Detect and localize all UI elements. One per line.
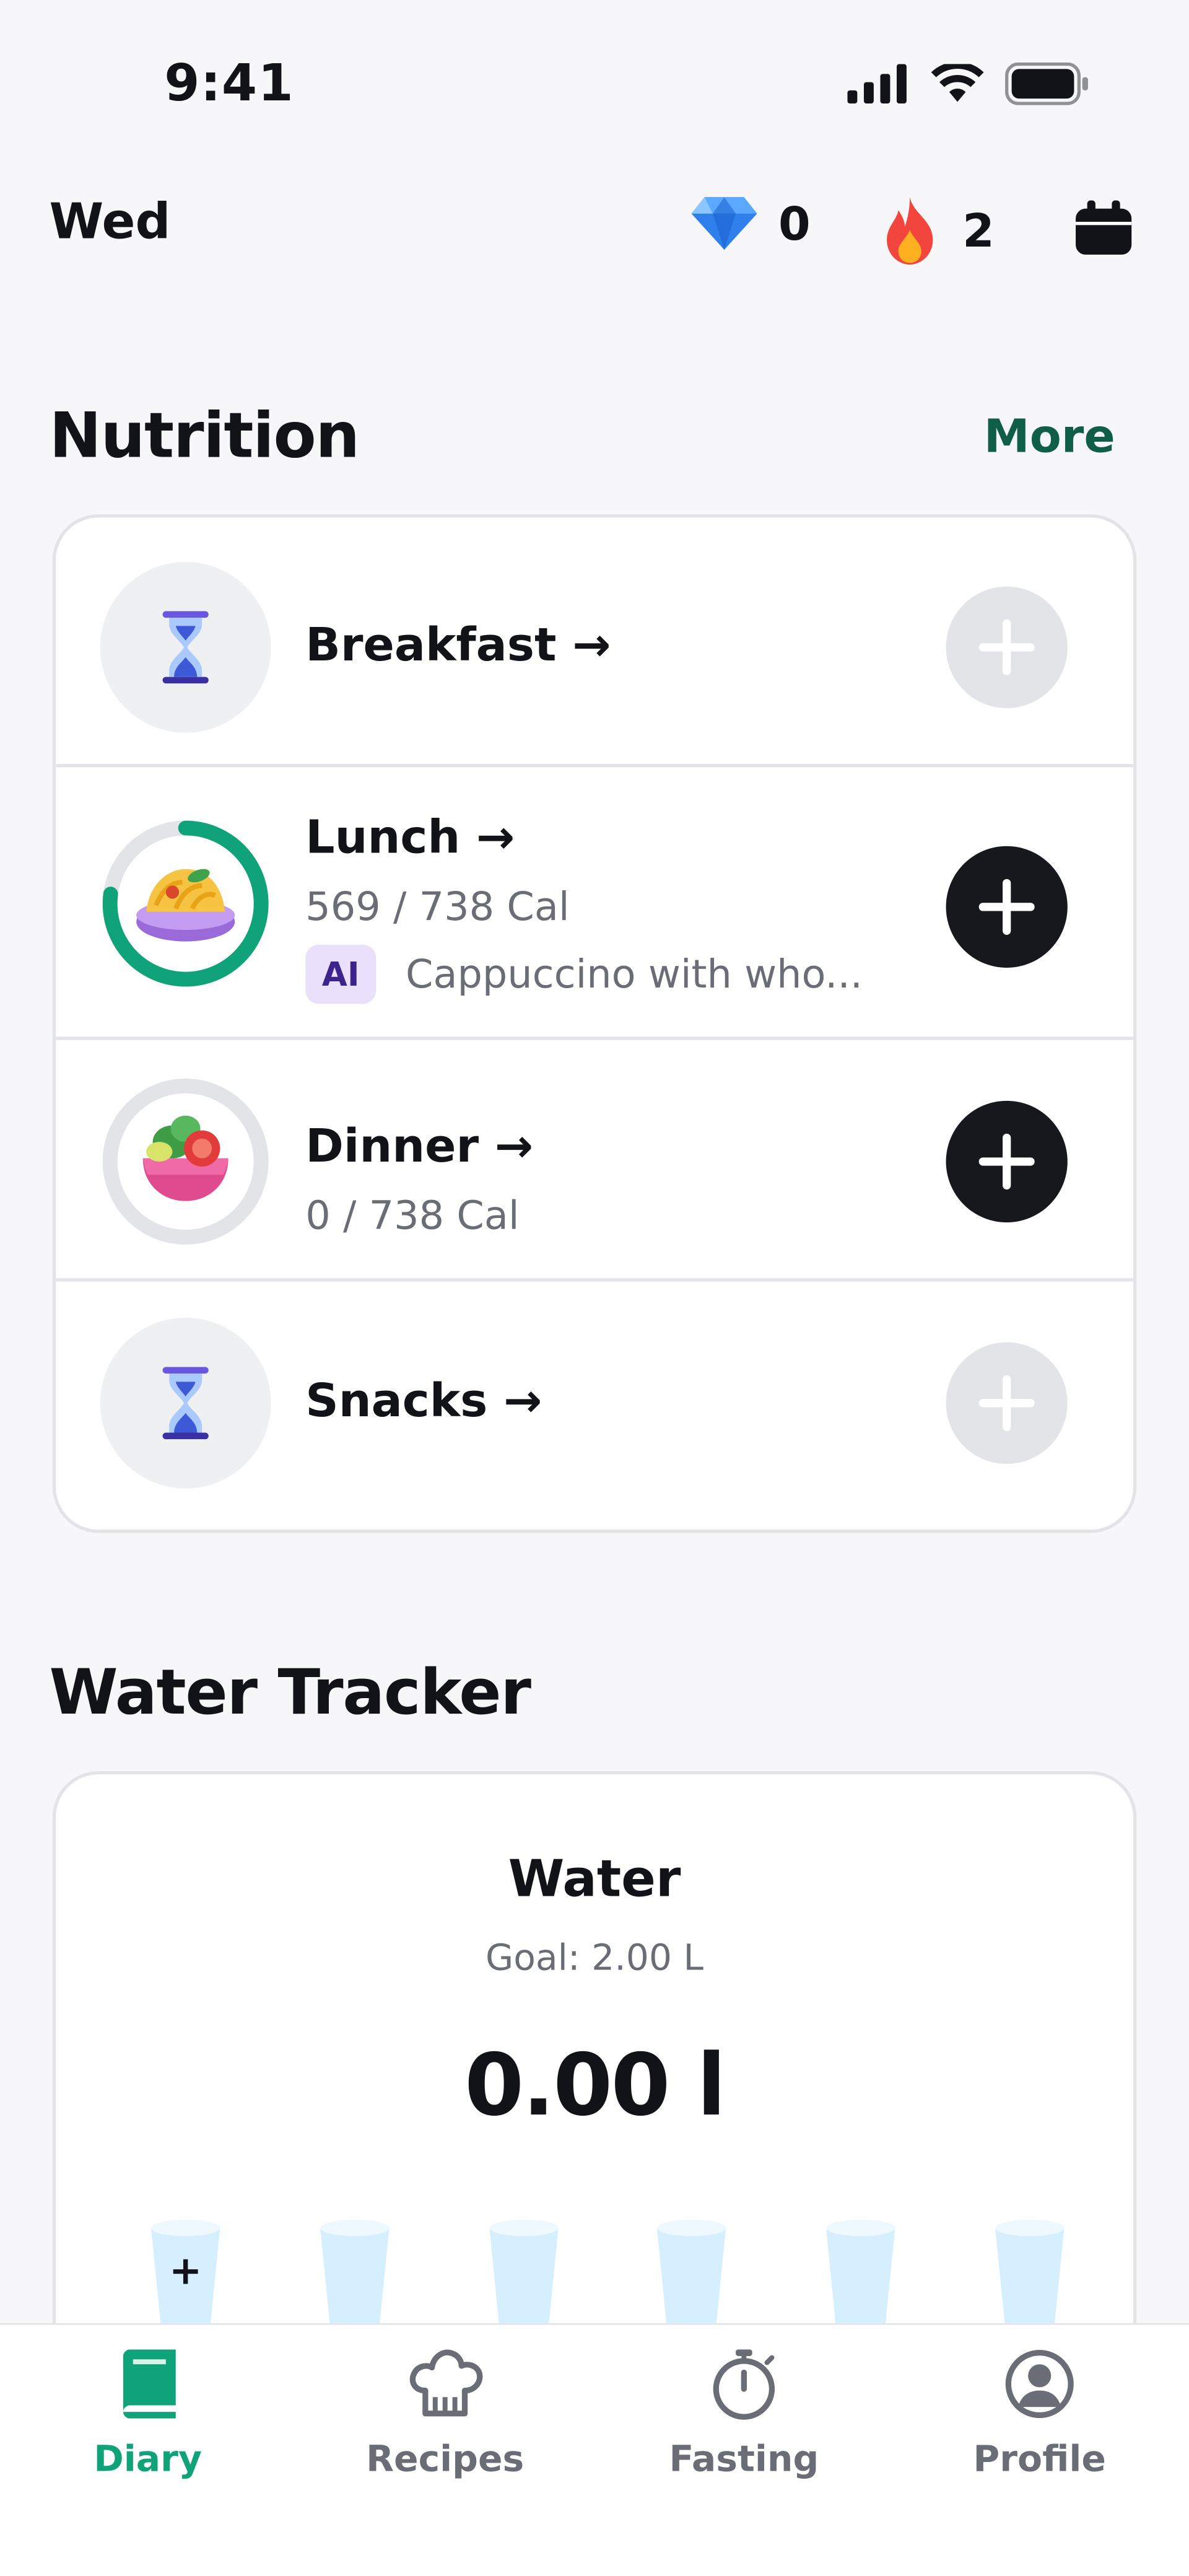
ai-badge: AI	[305, 944, 377, 1004]
water-cup[interactable]	[316, 2218, 392, 2327]
wifi-icon	[931, 64, 984, 102]
chef-hat-icon	[409, 2349, 483, 2417]
cup-icon	[995, 2219, 1065, 2327]
tab-recipes[interactable]: Recipes	[347, 2344, 544, 2481]
meal-title: Snacks →	[305, 1373, 542, 1428]
diary-screen: 9:41 Wed 0 2 Nutrition More Breakfast → …	[0, 0, 1189, 2576]
streak-count: 2	[962, 203, 995, 258]
tab-profile[interactable]: Profile	[941, 2344, 1138, 2481]
hourglass-icon	[162, 1367, 209, 1440]
plus-icon	[978, 1375, 1035, 1431]
lunch-calories: 569 / 738 Cal	[305, 883, 570, 931]
book-icon	[123, 2349, 176, 2419]
snacks-icon-circle	[100, 1317, 271, 1489]
meal-row-snacks[interactable]: Snacks →	[56, 1282, 1133, 1530]
meal-title: Breakfast →	[305, 618, 611, 672]
status-time: 9:41	[164, 54, 294, 113]
more-link[interactable]: More	[984, 409, 1115, 463]
tab-label: Fasting	[669, 2440, 819, 2481]
meal-title: Dinner →	[305, 1119, 534, 1173]
calendar-icon	[1076, 200, 1132, 255]
add-breakfast-button[interactable]	[946, 586, 1068, 709]
tab-label: Diary	[94, 2440, 202, 2481]
diamond-icon	[691, 197, 757, 250]
nutrition-title: Nutrition	[49, 399, 360, 472]
water-cup[interactable]	[655, 2218, 730, 2327]
gems-counter[interactable]: 0	[690, 194, 811, 253]
tab-fasting[interactable]: Fasting	[645, 2344, 842, 2481]
water-tracker-title: Water Tracker	[49, 1656, 531, 1728]
breakfast-icon-circle	[100, 561, 271, 733]
water-card: Water Goal: 2.00 L 0.00 l +	[52, 1771, 1137, 2396]
meal-row-breakfast[interactable]: Breakfast →	[56, 517, 1133, 768]
add-snacks-button[interactable]	[946, 1342, 1068, 1464]
streak-counter[interactable]: 2	[877, 194, 995, 266]
pasta-icon	[133, 856, 238, 955]
tab-diary[interactable]: Diary	[50, 2344, 246, 2481]
day-label: Wed	[49, 193, 171, 252]
meals-card: Breakfast → Lunch → 569 / 738 Cal AI Cap…	[52, 514, 1137, 1533]
ai-food-summary: Cappuccino with who...	[406, 951, 863, 997]
meal-row-dinner[interactable]: Dinner → 0 / 738 Cal	[56, 1040, 1133, 1282]
plus-icon	[978, 619, 1035, 675]
water-cup[interactable]	[823, 2218, 899, 2327]
battery-icon	[1005, 62, 1088, 105]
plus-icon	[978, 1133, 1035, 1190]
plus-icon	[978, 878, 1035, 935]
water-cup[interactable]	[992, 2218, 1068, 2327]
tab-label: Recipes	[366, 2440, 525, 2481]
hourglass-icon	[162, 611, 209, 684]
dinner-calories: 0 / 738 Cal	[305, 1193, 520, 1239]
status-icons	[847, 62, 1090, 105]
bottom-tab-bar: Diary Recipes Fasting Profile	[0, 2323, 1189, 2576]
calendar-button[interactable]	[1074, 200, 1133, 263]
tab-label: Profile	[973, 2440, 1106, 2481]
add-lunch-button[interactable]	[946, 846, 1068, 968]
water-amount: 0.00 l	[464, 2037, 726, 2136]
meal-row-lunch[interactable]: Lunch → 569 / 738 Cal AI Cappuccino with…	[56, 767, 1133, 1040]
cup-icon	[657, 2219, 727, 2327]
cup-icon	[320, 2219, 389, 2327]
add-dinner-button[interactable]	[946, 1100, 1068, 1223]
meal-title: Lunch →	[305, 810, 515, 864]
salad-bowl-icon	[136, 1112, 235, 1214]
fire-icon	[887, 197, 933, 265]
stopwatch-icon	[713, 2349, 775, 2420]
water-cup-add[interactable]: +	[148, 2218, 224, 2327]
signal-icon	[847, 64, 907, 104]
cup-icon	[489, 2219, 558, 2327]
gems-count: 0	[778, 196, 811, 251]
water-cup[interactable]	[486, 2218, 561, 2327]
user-circle-icon	[1005, 2350, 1074, 2419]
cup-icon	[826, 2219, 895, 2327]
water-title: Water	[508, 1850, 681, 1909]
water-cups: +	[148, 2218, 1068, 2327]
water-goal: Goal: 2.00 L	[485, 1939, 704, 1980]
add-water-plus: +	[168, 2247, 203, 2294]
